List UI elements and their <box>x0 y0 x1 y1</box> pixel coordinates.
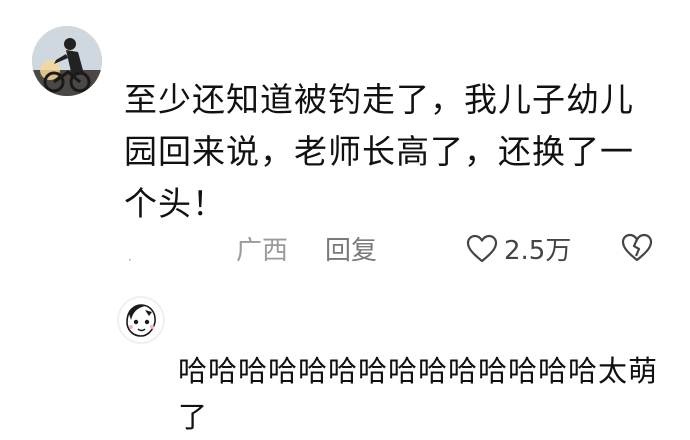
replier-avatar[interactable] <box>117 296 165 344</box>
broken-heart-icon[interactable] <box>621 233 653 263</box>
comment-location: 广西 <box>236 236 289 266</box>
like-button[interactable]: 2.5万 <box>466 230 571 267</box>
comment-text: 至少还知道被钓走了，我儿子幼儿园回来说，老师长高了，还换了一个头！ <box>124 80 634 223</box>
heart-outline-icon <box>466 234 498 264</box>
reply-text: 哈哈哈哈哈哈哈哈哈哈哈哈哈哈太萌了 <box>178 354 659 434</box>
reply-button[interactable]: 回复 <box>325 230 377 267</box>
separator-dot: · <box>128 253 132 267</box>
commenter-avatar[interactable] <box>32 26 102 96</box>
like-count: 2.5万 <box>504 236 572 266</box>
